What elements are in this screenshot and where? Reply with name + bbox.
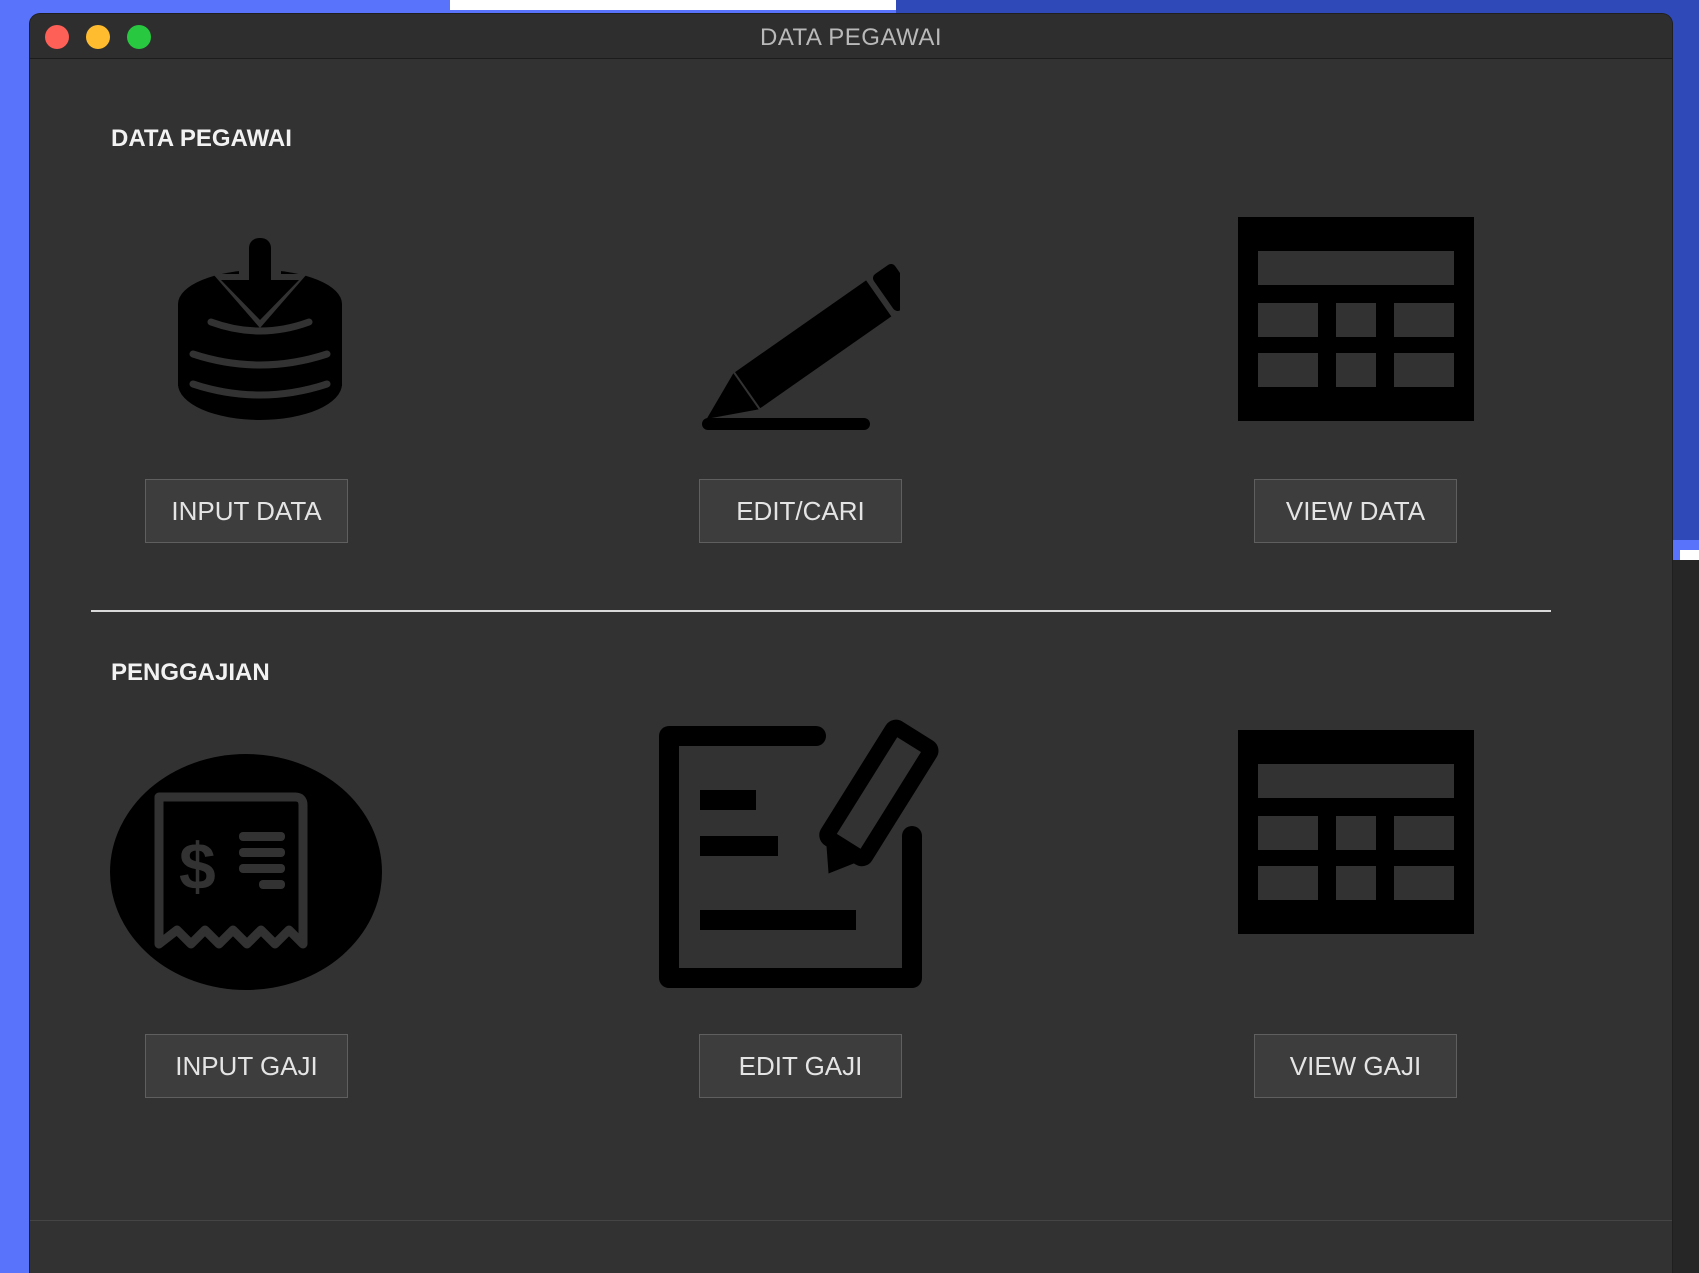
view-data-button[interactable]: VIEW DATA [1254, 479, 1457, 543]
table-icon [1238, 217, 1474, 421]
app-window: DATA PEGAWAI DATA PEGAWAI INPUT DATA EDI… [30, 14, 1672, 1273]
edit-gaji-button[interactable]: EDIT GAJI [699, 1034, 902, 1098]
status-bar [30, 1220, 1672, 1273]
input-gaji-button[interactable]: INPUT GAJI [145, 1034, 348, 1098]
edit-cari-button[interactable]: EDIT/CARI [699, 479, 902, 543]
section-title-pegawai: DATA PEGAWAI [111, 125, 292, 152]
receipt-dollar-icon: $ [109, 752, 383, 992]
database-download-icon [163, 224, 363, 429]
svg-text:$: $ [179, 829, 216, 903]
view-gaji-button[interactable]: VIEW GAJI [1254, 1034, 1457, 1098]
background-strip [450, 0, 896, 10]
input-data-button[interactable]: INPUT DATA [145, 479, 348, 543]
pencil-icon [700, 260, 900, 435]
document-edit-icon [654, 716, 954, 996]
background-editor-edge [1670, 560, 1699, 1273]
window-title: DATA PEGAWAI [759, 24, 943, 51]
section-divider [91, 610, 1551, 612]
table-icon [1238, 730, 1474, 934]
title-bar: DATA PEGAWAI [30, 14, 1672, 59]
section-title-penggajian: PENGGAJIAN [111, 659, 270, 686]
